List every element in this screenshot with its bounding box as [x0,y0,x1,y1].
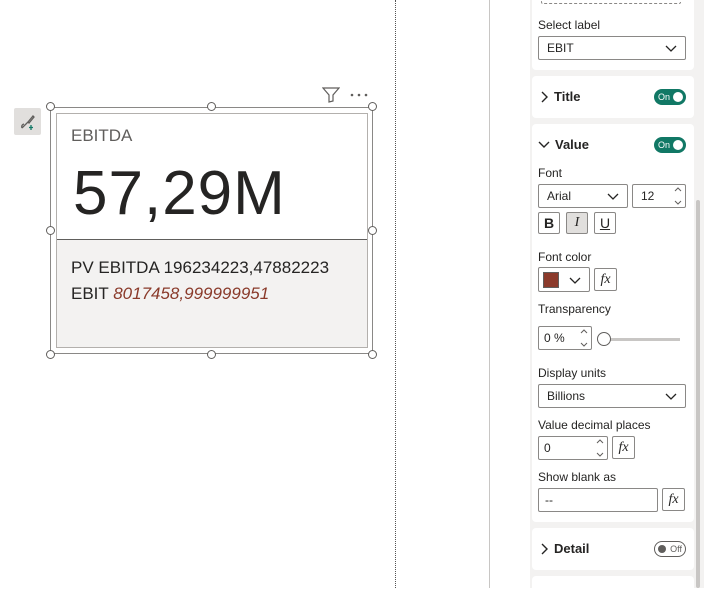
font-color-fx-button[interactable]: fx [594,268,617,291]
visual-header [322,86,368,104]
bold-glyph: B [543,215,555,231]
font-color-caption: Font color [538,250,592,264]
chevron-down-icon [674,200,682,205]
card-detail: PV EBITDA 196234223,47882223 EBIT 801745… [71,255,329,307]
paintbrush-icon [20,114,35,130]
resize-handle-top-right[interactable] [368,102,377,111]
format-pane-scrollbar[interactable] [696,200,700,588]
detail-toggle-text: Off [670,544,682,554]
detail-section-header[interactable]: Detail [540,541,589,556]
detail-value: 8017458,999999951 [113,284,270,303]
chevron-down-icon [580,342,588,347]
fx-icon: fx [618,439,629,455]
underline-button[interactable]: U [594,212,616,234]
decimal-places-stepper[interactable]: 0 [538,436,608,460]
title-toggle[interactable]: On [654,89,686,105]
font-color-picker[interactable] [538,267,590,292]
font-size-value: 12 [641,189,655,203]
transparency-stepper[interactable]: 0 % [538,326,592,350]
chevron-down-icon [538,141,550,148]
resize-handle-left[interactable] [46,226,55,235]
select-label-value: EBIT [547,41,574,55]
chevron-up-icon [596,439,604,444]
display-units-value: Billions [547,389,586,403]
show-blank-value: -- [545,493,553,507]
previous-field[interactable] [541,0,681,4]
resize-handle-bottom-left[interactable] [46,350,55,359]
transparency-spinner[interactable] [580,329,588,347]
resize-handle-bottom[interactable] [207,350,216,359]
format-painter-button[interactable] [14,108,41,135]
next-section [532,576,694,596]
canvas-page-border [395,0,396,588]
font-size-stepper[interactable]: 12 [632,184,686,208]
card-label: EBITDA [71,126,133,145]
font-color-swatch [543,271,559,288]
bold-button[interactable]: B [538,212,560,234]
decimal-places-fx-button[interactable]: fx [612,436,635,459]
title-section-label: Title [554,89,581,104]
card-detail-line-1: PV EBITDA 196234223,47882223 [71,258,330,277]
card-value: 57,29M [73,159,286,228]
select-label-dropdown[interactable]: EBIT [538,36,686,60]
transparency-caption: Transparency [538,302,611,316]
detail-section-label: Detail [554,541,590,556]
decimal-places-caption: Value decimal places [538,418,651,432]
title-toggle-text: On [658,92,671,102]
filter-icon[interactable] [322,87,340,103]
chevron-right-icon [541,91,548,102]
transparency-slider-thumb[interactable] [597,332,611,346]
font-family-value: Arial [547,189,572,203]
resize-handle-top[interactable] [207,102,216,111]
font-size-spinner[interactable] [674,187,682,205]
chevron-down-icon [607,193,619,200]
detail-label: EBIT [71,284,114,303]
card-primary-area: EBITDA 57,29M [57,114,367,240]
underline-glyph: U [599,215,611,231]
chevron-down-icon [569,277,581,284]
show-blank-fx-button[interactable]: fx [662,488,685,511]
chevron-up-icon [674,187,682,192]
chevron-down-icon [665,45,677,52]
resize-handle-bottom-right[interactable] [368,350,377,359]
transparency-slider-track[interactable] [604,338,680,341]
more-options-icon[interactable] [350,92,368,98]
transparency-value: 0 % [544,331,565,345]
multi-row-card-visual[interactable]: EBITDA 57,29M PV EBITDA 196234223,478822… [56,113,368,348]
chevron-up-icon [580,329,588,334]
decimal-places-spinner[interactable] [596,439,604,457]
decimal-places-value: 0 [544,441,551,455]
select-label-caption: Select label [538,18,601,32]
value-section-header[interactable]: Value [538,137,589,152]
display-units-dropdown[interactable]: Billions [538,384,686,408]
font-caption: Font [538,166,563,180]
value-toggle[interactable]: On [654,137,686,153]
chevron-right-icon [541,543,548,554]
resize-handle-right[interactable] [368,226,377,235]
chevron-down-icon [596,452,604,457]
resize-handle-top-left[interactable] [46,102,55,111]
show-blank-caption: Show blank as [538,470,617,484]
value-section-label: Value [555,137,589,152]
fx-icon: fx [668,491,679,507]
italic-glyph: I [574,215,580,230]
fx-icon: fx [600,271,611,287]
show-blank-input[interactable]: -- [538,488,658,512]
title-section-header[interactable]: Title [540,89,581,104]
chevron-down-icon [665,393,677,400]
value-toggle-text: On [658,140,671,150]
detail-toggle[interactable]: Off [654,541,686,557]
display-units-caption: Display units [538,366,607,380]
card-detail-line-2: EBIT 8017458,999999951 [71,281,329,307]
font-family-dropdown[interactable]: Arial [538,184,628,208]
italic-button[interactable]: I [566,212,588,234]
